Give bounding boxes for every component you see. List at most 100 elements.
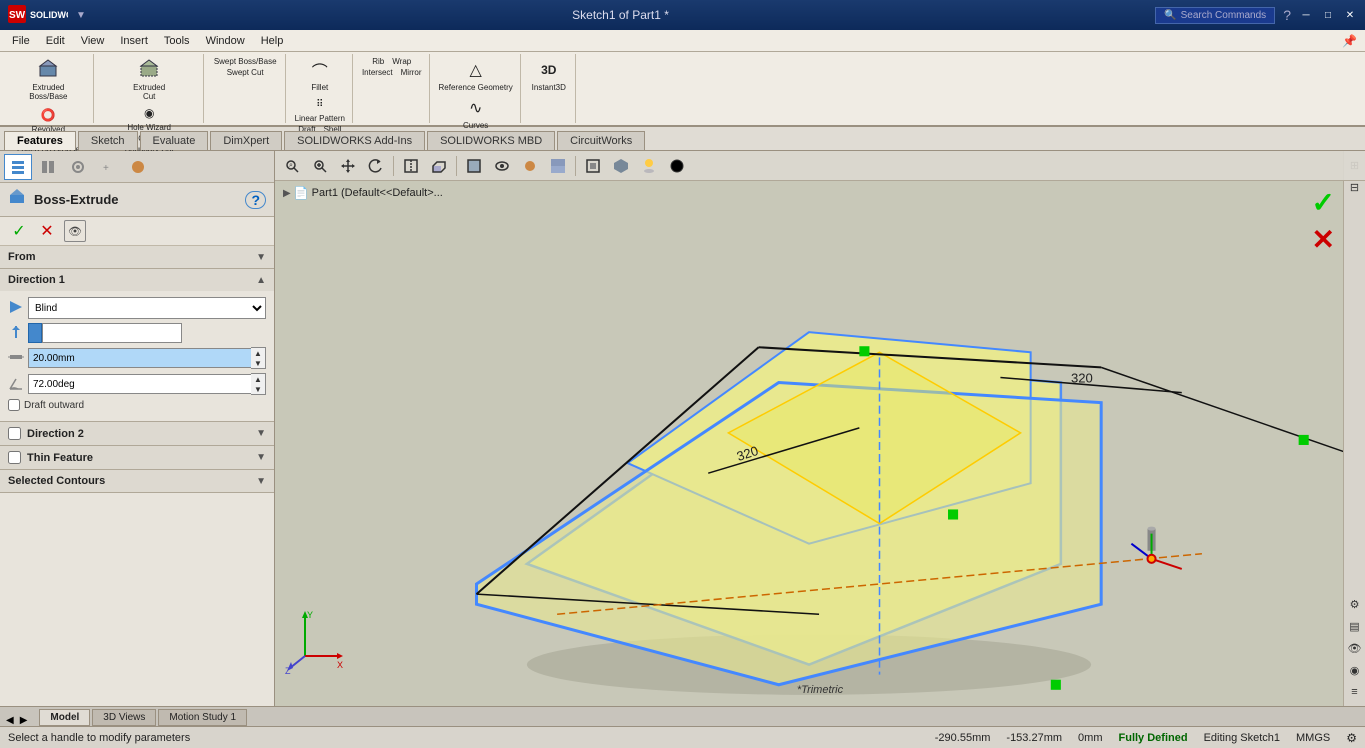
help-icon[interactable]: ? bbox=[1283, 7, 1291, 23]
end-condition-icon bbox=[8, 299, 24, 318]
swept-boss-base-button[interactable]: Swept Boss/Base bbox=[211, 56, 280, 67]
extruded-boss-base-button[interactable]: Extruded Boss/Base bbox=[26, 56, 70, 103]
vp-section-view-btn[interactable] bbox=[398, 154, 424, 178]
fillet-button[interactable]: ⌒ Fillet bbox=[298, 56, 342, 94]
intersect-button[interactable]: Intersect bbox=[359, 67, 396, 78]
thin-feature-section-header[interactable]: Thin Feature ▼ bbox=[0, 446, 274, 469]
feature-manager-icon[interactable] bbox=[4, 154, 32, 180]
boss-extrude-icon bbox=[8, 187, 28, 212]
direction1-section-header[interactable]: Direction 1 ▲ bbox=[0, 269, 274, 291]
angle-input[interactable] bbox=[28, 374, 251, 394]
preview-button[interactable]: 👁 bbox=[64, 220, 86, 242]
depth-input-container: ▲ ▼ bbox=[28, 347, 266, 369]
dimxpert-manager-icon[interactable]: + bbox=[94, 154, 122, 180]
direction-input[interactable] bbox=[42, 323, 182, 343]
vp-zoom-fit-btn[interactable]: ⌕ bbox=[279, 154, 305, 178]
rp-sphere-btn[interactable]: ◉ bbox=[1345, 660, 1365, 680]
close-btn[interactable]: ✕ bbox=[1343, 8, 1357, 22]
mirror-button[interactable]: Mirror bbox=[398, 67, 425, 78]
direction-preview-box bbox=[28, 323, 42, 343]
direction2-section-header[interactable]: Direction 2 ▼ bbox=[0, 422, 274, 445]
depth-spin-up[interactable]: ▲ bbox=[251, 348, 265, 358]
from-section-header[interactable]: From ▼ bbox=[0, 246, 274, 268]
restore-btn[interactable]: □ bbox=[1321, 8, 1335, 22]
vp-realview-btn[interactable] bbox=[608, 154, 634, 178]
window-controls[interactable]: 🔍 Search Commands ? ─ □ ✕ bbox=[1155, 7, 1357, 24]
reference-geometry-button[interactable]: △ Reference Geometry bbox=[436, 56, 516, 94]
pin-icon[interactable]: 📌 bbox=[1338, 34, 1361, 48]
vp-ambient-occlusion-btn[interactable] bbox=[664, 154, 690, 178]
rib-button[interactable]: Rib bbox=[369, 56, 387, 67]
tab-3dviews[interactable]: 3D Views bbox=[92, 709, 156, 726]
linear-pattern-button[interactable]: ⠿ Linear Pattern bbox=[292, 94, 348, 124]
rp-settings-btn[interactable]: ⚙ bbox=[1345, 594, 1365, 614]
rp-filter-btn[interactable]: ▤ bbox=[1345, 616, 1365, 636]
swept-group: Swept Boss/Base Swept Cut bbox=[206, 54, 286, 123]
depth-icon bbox=[8, 349, 24, 368]
vp-edit-appearance-btn[interactable] bbox=[517, 154, 543, 178]
tree-root[interactable]: ▶ 📄 Part1 (Default<<Default>... bbox=[283, 185, 443, 201]
direction2-checkbox[interactable] bbox=[8, 427, 21, 440]
viewport-accept-btn[interactable]: ✓ bbox=[1312, 186, 1335, 219]
vp-scene-btn[interactable] bbox=[545, 154, 571, 178]
depth-spin-down[interactable]: ▼ bbox=[251, 358, 265, 368]
angle-spin-up[interactable]: ▲ bbox=[251, 374, 265, 384]
feature-help-btn[interactable]: ? bbox=[245, 191, 266, 209]
viewport-reject-btn[interactable]: ✕ bbox=[1312, 223, 1335, 256]
rp-view-btn[interactable]: 👁 bbox=[1345, 638, 1365, 658]
property-manager-icon[interactable] bbox=[34, 154, 62, 180]
vp-rotate-btn[interactable] bbox=[363, 154, 389, 178]
menu-edit[interactable]: Edit bbox=[38, 33, 73, 49]
menu-insert[interactable]: Insert bbox=[112, 33, 156, 49]
tab-circuitworks[interactable]: CircuitWorks bbox=[557, 131, 645, 150]
menu-file[interactable]: File bbox=[4, 33, 38, 49]
menu-tools[interactable]: Tools bbox=[156, 33, 198, 49]
reject-button[interactable]: ✕ bbox=[36, 220, 58, 242]
vp-zoom-btn[interactable] bbox=[307, 154, 333, 178]
tab-motion-study[interactable]: Motion Study 1 bbox=[158, 709, 247, 726]
curves-button[interactable]: ∿ Curves bbox=[454, 94, 498, 132]
draft-outward-checkbox[interactable] bbox=[8, 399, 20, 411]
nav-next-btn[interactable]: ▶ bbox=[18, 715, 30, 726]
selected-contours-section: Selected Contours ▼ bbox=[0, 470, 274, 493]
tab-evaluate[interactable]: Evaluate bbox=[140, 131, 209, 150]
instant3d-button[interactable]: 3D Instant3D bbox=[527, 56, 571, 94]
tab-features[interactable]: Features bbox=[4, 131, 76, 150]
fully-defined-status: Fully Defined bbox=[1119, 732, 1188, 744]
tab-sketch[interactable]: Sketch bbox=[78, 131, 138, 150]
thin-feature-checkbox[interactable] bbox=[8, 451, 21, 464]
end-condition-select[interactable]: Blind Through All Through All-Both Up To… bbox=[28, 297, 266, 319]
angle-spin-down[interactable]: ▼ bbox=[251, 384, 265, 394]
tab-dimxpert[interactable]: DimXpert bbox=[210, 131, 282, 150]
vp-shadows-btn[interactable] bbox=[636, 154, 662, 178]
vp-view-orientation-btn[interactable] bbox=[426, 154, 452, 178]
vp-view-settings-btn[interactable] bbox=[580, 154, 606, 178]
search-box[interactable]: 🔍 Search Commands bbox=[1155, 7, 1275, 24]
selected-contours-header[interactable]: Selected Contours ▼ bbox=[0, 470, 274, 492]
tab-mbd[interactable]: SOLIDWORKS MBD bbox=[427, 131, 555, 150]
vp-hide-show-btn[interactable] bbox=[489, 154, 515, 178]
tab-addins[interactable]: SOLIDWORKS Add-Ins bbox=[284, 131, 425, 150]
wrap-button[interactable]: Wrap bbox=[389, 56, 414, 67]
rp-more-btn[interactable]: ≡ bbox=[1345, 682, 1365, 702]
thin-feature-section: Thin Feature ▼ bbox=[0, 446, 274, 470]
minimize-btn[interactable]: ─ bbox=[1299, 8, 1313, 22]
nav-prev-btn[interactable]: ◀ bbox=[4, 715, 16, 726]
depth-input[interactable] bbox=[28, 348, 251, 368]
menu-window[interactable]: Window bbox=[198, 33, 253, 49]
vp-pan-btn[interactable] bbox=[335, 154, 361, 178]
menu-view[interactable]: View bbox=[73, 33, 113, 49]
appearance-manager-icon[interactable] bbox=[124, 154, 152, 180]
config-manager-icon[interactable] bbox=[64, 154, 92, 180]
tab-model[interactable]: Model bbox=[39, 709, 90, 726]
vp-display-style-btn[interactable] bbox=[461, 154, 487, 178]
menu-help[interactable]: Help bbox=[253, 33, 292, 49]
extruded-cut-button[interactable]: Extruded Cut bbox=[127, 56, 171, 103]
hole-wizard-button[interactable]: ◉ Hole Wizard bbox=[124, 103, 174, 133]
trimetric-label: *Trimetric bbox=[797, 684, 843, 696]
swept-cut-button[interactable]: Swept Cut bbox=[224, 67, 267, 78]
accept-button[interactable]: ✓ bbox=[8, 220, 30, 242]
tree-part-icon: 📄 bbox=[294, 186, 309, 200]
direction1-arrow: ▲ bbox=[256, 275, 266, 286]
draft-outward-label[interactable]: Draft outward bbox=[8, 399, 84, 411]
